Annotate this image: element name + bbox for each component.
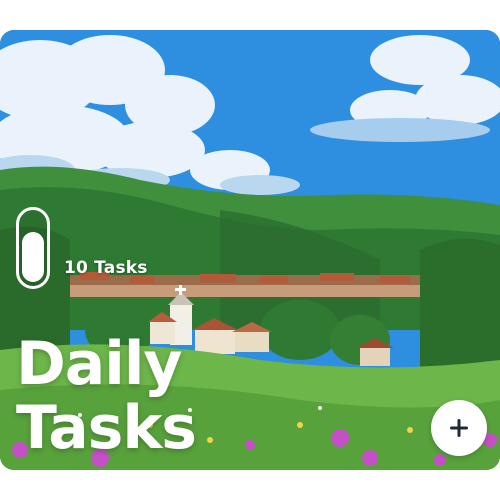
toggle-switch[interactable] — [16, 207, 50, 289]
card-title: Daily Tasks — [16, 329, 197, 463]
add-task-button[interactable] — [431, 400, 487, 456]
daily-tasks-card[interactable]: 10 Tasks Daily Tasks — [0, 30, 500, 470]
plus-icon — [450, 419, 468, 437]
card-title-line-2: Tasks — [16, 393, 197, 463]
card-title-line-1: Daily — [16, 329, 183, 399]
task-count-label: 10 Tasks — [64, 258, 148, 278]
toggle-switch-icon — [22, 232, 44, 282]
